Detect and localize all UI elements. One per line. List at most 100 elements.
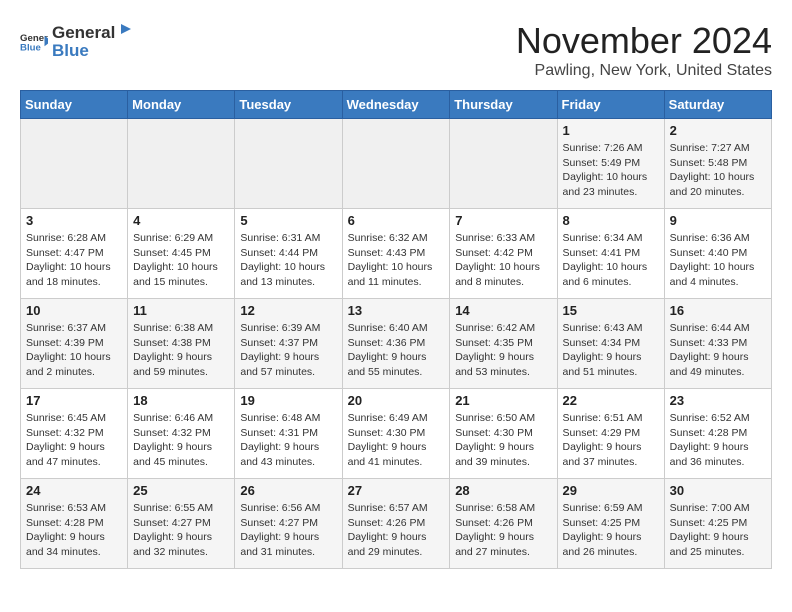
weekday-header-friday: Friday bbox=[557, 91, 664, 119]
calendar-cell: 3 Sunrise: 6:28 AMSunset: 4:47 PMDaylight… bbox=[21, 209, 128, 299]
calendar-cell bbox=[450, 119, 557, 209]
calendar-cell: 8 Sunrise: 6:34 AMSunset: 4:41 PMDaylight… bbox=[557, 209, 664, 299]
calendar-cell: 6 Sunrise: 6:32 AMSunset: 4:43 PMDaylight… bbox=[342, 209, 450, 299]
calendar-cell bbox=[128, 119, 235, 209]
day-number: 21 bbox=[455, 393, 551, 408]
week-row-2: 3 Sunrise: 6:28 AMSunset: 4:47 PMDaylight… bbox=[21, 209, 772, 299]
day-info: Sunrise: 6:34 AMSunset: 4:41 PMDaylight:… bbox=[563, 231, 659, 290]
day-info: Sunrise: 6:58 AMSunset: 4:26 PMDaylight:… bbox=[455, 501, 551, 560]
day-info: Sunrise: 6:46 AMSunset: 4:32 PMDaylight:… bbox=[133, 411, 229, 470]
day-info: Sunrise: 6:37 AMSunset: 4:39 PMDaylight:… bbox=[26, 321, 122, 380]
calendar-table: SundayMondayTuesdayWednesdayThursdayFrid… bbox=[20, 90, 772, 569]
calendar-cell bbox=[342, 119, 450, 209]
calendar-cell: 17 Sunrise: 6:45 AMSunset: 4:32 PMDayligh… bbox=[21, 389, 128, 479]
day-number: 8 bbox=[563, 213, 659, 228]
calendar-cell: 5Sunrise: 6:31 AMSunset: 4:44 PMDaylight… bbox=[235, 209, 342, 299]
calendar-cell: 24Sunrise: 6:53 AMSunset: 4:28 PMDayligh… bbox=[21, 479, 128, 569]
day-info: Sunrise: 6:32 AMSunset: 4:43 PMDaylight:… bbox=[348, 231, 445, 290]
calendar-cell: 25 Sunrise: 6:55 AMSunset: 4:27 PMDayligh… bbox=[128, 479, 235, 569]
day-number: 29 bbox=[563, 483, 659, 498]
day-number: 5 bbox=[240, 213, 336, 228]
day-number: 2 bbox=[670, 123, 766, 138]
day-info: Sunrise: 6:51 AMSunset: 4:29 PMDaylight:… bbox=[563, 411, 659, 470]
day-number: 7 bbox=[455, 213, 551, 228]
calendar-cell: 4 Sunrise: 6:29 AMSunset: 4:45 PMDaylight… bbox=[128, 209, 235, 299]
day-info: Sunrise: 6:38 AMSunset: 4:38 PMDaylight:… bbox=[133, 321, 229, 380]
calendar-cell: 20 Sunrise: 6:49 AMSunset: 4:30 PMDayligh… bbox=[342, 389, 450, 479]
calendar-cell: 7Sunrise: 6:33 AMSunset: 4:42 PMDaylight… bbox=[450, 209, 557, 299]
day-info: Sunrise: 6:42 AMSunset: 4:35 PMDaylight:… bbox=[455, 321, 551, 380]
day-info: Sunrise: 6:40 AMSunset: 4:36 PMDaylight:… bbox=[348, 321, 445, 380]
day-number: 25 bbox=[133, 483, 229, 498]
calendar-cell: 10 Sunrise: 6:37 AMSunset: 4:39 PMDayligh… bbox=[21, 299, 128, 389]
calendar-cell: 15 Sunrise: 6:43 AMSunset: 4:34 PMDayligh… bbox=[557, 299, 664, 389]
day-number: 17 bbox=[26, 393, 122, 408]
logo-general-text: General bbox=[52, 23, 115, 43]
day-number: 30 bbox=[670, 483, 766, 498]
day-number: 18 bbox=[133, 393, 229, 408]
day-info: Sunrise: 6:50 AMSunset: 4:30 PMDaylight:… bbox=[455, 411, 551, 470]
day-number: 13 bbox=[348, 303, 445, 318]
calendar-cell: 11 Sunrise: 6:38 AMSunset: 4:38 PMDayligh… bbox=[128, 299, 235, 389]
calendar-cell: 30 Sunrise: 7:00 AMSunset: 4:25 PMDayligh… bbox=[664, 479, 771, 569]
day-info: Sunrise: 7:27 AMSunset: 5:48 PMDaylight:… bbox=[670, 141, 766, 200]
day-number: 15 bbox=[563, 303, 659, 318]
day-number: 9 bbox=[670, 213, 766, 228]
weekday-header-sunday: Sunday bbox=[21, 91, 128, 119]
day-number: 19 bbox=[240, 393, 336, 408]
week-row-3: 10 Sunrise: 6:37 AMSunset: 4:39 PMDayligh… bbox=[21, 299, 772, 389]
day-number: 27 bbox=[348, 483, 445, 498]
day-number: 14 bbox=[455, 303, 551, 318]
day-info: Sunrise: 6:59 AMSunset: 4:25 PMDaylight:… bbox=[563, 501, 659, 560]
day-info: Sunrise: 6:28 AMSunset: 4:47 PMDaylight:… bbox=[26, 231, 122, 290]
calendar-cell: 22Sunrise: 6:51 AMSunset: 4:29 PMDayligh… bbox=[557, 389, 664, 479]
day-info: Sunrise: 6:48 AMSunset: 4:31 PMDaylight:… bbox=[240, 411, 336, 470]
day-info: Sunrise: 6:39 AMSunset: 4:37 PMDaylight:… bbox=[240, 321, 336, 380]
calendar-cell: 13 Sunrise: 6:40 AMSunset: 4:36 PMDayligh… bbox=[342, 299, 450, 389]
calendar-cell: 27Sunrise: 6:57 AMSunset: 4:26 PMDayligh… bbox=[342, 479, 450, 569]
weekday-header-tuesday: Tuesday bbox=[235, 91, 342, 119]
day-info: Sunrise: 7:00 AMSunset: 4:25 PMDaylight:… bbox=[670, 501, 766, 560]
weekday-header-monday: Monday bbox=[128, 91, 235, 119]
day-number: 3 bbox=[26, 213, 122, 228]
logo-arrow-icon bbox=[117, 20, 135, 38]
calendar-cell bbox=[21, 119, 128, 209]
calendar-cell: 1 Sunrise: 7:26 AMSunset: 5:49 PMDaylight… bbox=[557, 119, 664, 209]
title-block: November 2024 Pawling, New York, United … bbox=[516, 20, 772, 80]
day-number: 10 bbox=[26, 303, 122, 318]
weekday-header-saturday: Saturday bbox=[664, 91, 771, 119]
calendar-cell: 26 Sunrise: 6:56 AMSunset: 4:27 PMDayligh… bbox=[235, 479, 342, 569]
day-number: 26 bbox=[240, 483, 336, 498]
logo: General Blue General Blue bbox=[20, 20, 135, 61]
calendar-cell bbox=[235, 119, 342, 209]
day-number: 20 bbox=[348, 393, 445, 408]
header-section: General Blue General Blue November 2024 … bbox=[20, 20, 772, 80]
day-number: 4 bbox=[133, 213, 229, 228]
day-number: 16 bbox=[670, 303, 766, 318]
week-row-1: 1 Sunrise: 7:26 AMSunset: 5:49 PMDaylight… bbox=[21, 119, 772, 209]
day-info: Sunrise: 6:43 AMSunset: 4:34 PMDaylight:… bbox=[563, 321, 659, 380]
calendar-cell: 9Sunrise: 6:36 AMSunset: 4:40 PMDaylight… bbox=[664, 209, 771, 299]
day-info: Sunrise: 6:45 AMSunset: 4:32 PMDaylight:… bbox=[26, 411, 122, 470]
day-number: 6 bbox=[348, 213, 445, 228]
day-info: Sunrise: 7:26 AMSunset: 5:49 PMDaylight:… bbox=[563, 141, 659, 200]
day-number: 28 bbox=[455, 483, 551, 498]
day-info: Sunrise: 6:56 AMSunset: 4:27 PMDaylight:… bbox=[240, 501, 336, 560]
day-number: 1 bbox=[563, 123, 659, 138]
day-info: Sunrise: 6:55 AMSunset: 4:27 PMDaylight:… bbox=[133, 501, 229, 560]
day-info: Sunrise: 6:49 AMSunset: 4:30 PMDaylight:… bbox=[348, 411, 445, 470]
calendar-cell: 23Sunrise: 6:52 AMSunset: 4:28 PMDayligh… bbox=[664, 389, 771, 479]
calendar-cell: 21 Sunrise: 6:50 AMSunset: 4:30 PMDayligh… bbox=[450, 389, 557, 479]
logo-icon: General Blue bbox=[20, 27, 48, 55]
weekday-header-row: SundayMondayTuesdayWednesdayThursdayFrid… bbox=[21, 91, 772, 119]
day-info: Sunrise: 6:29 AMSunset: 4:45 PMDaylight:… bbox=[133, 231, 229, 290]
logo-blue-text: Blue bbox=[52, 41, 135, 61]
calendar-cell: 18 Sunrise: 6:46 AMSunset: 4:32 PMDayligh… bbox=[128, 389, 235, 479]
weekday-header-wednesday: Wednesday bbox=[342, 91, 450, 119]
week-row-5: 24Sunrise: 6:53 AMSunset: 4:28 PMDayligh… bbox=[21, 479, 772, 569]
day-number: 24 bbox=[26, 483, 122, 498]
week-row-4: 17 Sunrise: 6:45 AMSunset: 4:32 PMDayligh… bbox=[21, 389, 772, 479]
calendar-cell: 12Sunrise: 6:39 AMSunset: 4:37 PMDayligh… bbox=[235, 299, 342, 389]
day-number: 11 bbox=[133, 303, 229, 318]
calendar-cell: 2 Sunrise: 7:27 AMSunset: 5:48 PMDaylight… bbox=[664, 119, 771, 209]
